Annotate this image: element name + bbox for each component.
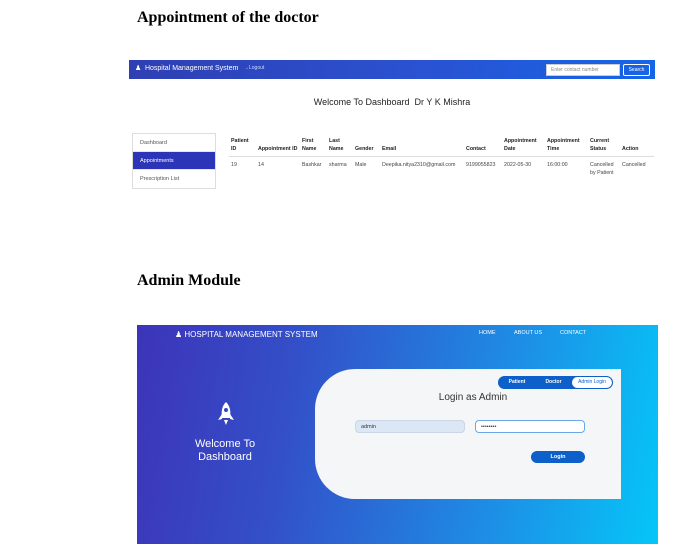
doctor-navbar: ♟ Hospital Management System →Logout Ent… [129,60,655,79]
cell-appointment-date: 2022-05-30 [504,162,532,168]
welcome-message: Welcome To Dashboard [194,438,256,463]
col-header: Email [380,137,464,157]
cell-appointment-id: 14 [258,162,264,168]
cell-email: Deepika.nitya2310@gmail.com [382,162,456,168]
brand-label: Hospital Management System [144,65,239,72]
sidebar-item-appointments[interactable]: Appointments [133,152,215,170]
cell-gender: Male [355,162,367,168]
cell-patient-id: 19 [231,162,237,168]
brand[interactable]: ♟ Hospital Management System [135,63,238,75]
sidebar: Dashboard Appointments Prescription List [132,133,216,189]
heading-doctor-appointment: Appointment of the doctor [137,9,319,26]
sidebar-item-dashboard[interactable]: Dashboard [133,134,215,152]
nav-about-us[interactable]: ABOUT US [514,330,542,336]
col-header: Appointment Time [545,137,588,157]
cell-current-status: Cancelled by Patient [590,162,614,176]
appointments-table: Patient ID Appointment ID First Name Las… [229,137,654,177]
user-plus-icon: ♟ [175,330,183,339]
logout-label: Logout [249,65,265,71]
col-header: Current Status [588,137,620,157]
username-input[interactable]: admin [355,420,465,433]
tab-patient[interactable]: Patient [499,377,535,388]
heading-admin-module: Admin Module [137,272,241,289]
password-input[interactable]: •••••••• [475,420,585,433]
col-header: Gender [353,137,380,157]
logout-link[interactable]: →Logout [244,65,264,71]
role-tabs: Patient Doctor Admin Login [498,376,613,389]
cell-action[interactable]: Cancelled [620,157,654,178]
table-row: 19 14 Bashkar sharma Male Deepika.nitya2… [229,157,654,178]
cell-appointment-time: 16:00:00 [547,162,568,168]
brand-label: HOSPITAL MANAGEMENT SYSTEM [184,330,318,339]
col-header: Appointment Date [502,137,545,157]
login-title: Login as Admin [438,392,508,403]
sidebar-item-prescription-list[interactable]: Prescription List [133,170,215,188]
doctor-dashboard-screenshot: ♟ Hospital Management System →Logout Ent… [129,60,655,200]
col-header: Last Name [327,137,353,157]
login-card: Patient Doctor Admin Login Login as Admi… [315,369,621,499]
tab-admin-login[interactable]: Admin Login [572,377,612,388]
col-header: Patient ID [229,137,256,157]
search-button[interactable]: Search [623,64,650,76]
tab-doctor[interactable]: Doctor [535,377,572,388]
nav-contact[interactable]: CONTACT [560,330,586,336]
contact-search-input[interactable]: Enter contact number [546,64,620,76]
welcome-message: Welcome To Dashboard Dr Y K Mishra [313,97,471,107]
cell-first-name: Bashkar [302,162,322,168]
rocket-icon [218,402,234,425]
brand[interactable]: ♟ HOSPITAL MANAGEMENT SYSTEM [175,330,318,339]
table-header-row: Patient ID Appointment ID First Name Las… [229,137,654,157]
admin-login-screenshot: ♟ HOSPITAL MANAGEMENT SYSTEM HOME ABOUT … [137,325,658,544]
col-header: Action [620,137,654,157]
col-header: Appointment ID [256,137,300,157]
cell-last-name: sharma [329,162,347,168]
login-button[interactable]: Login [531,451,585,463]
col-header: Contact [464,137,502,157]
col-header: First Name [300,137,327,157]
cell-contact: 9199055823 [466,162,496,168]
user-plus-icon: ♟ [135,65,142,72]
nav-home[interactable]: HOME [479,330,496,336]
